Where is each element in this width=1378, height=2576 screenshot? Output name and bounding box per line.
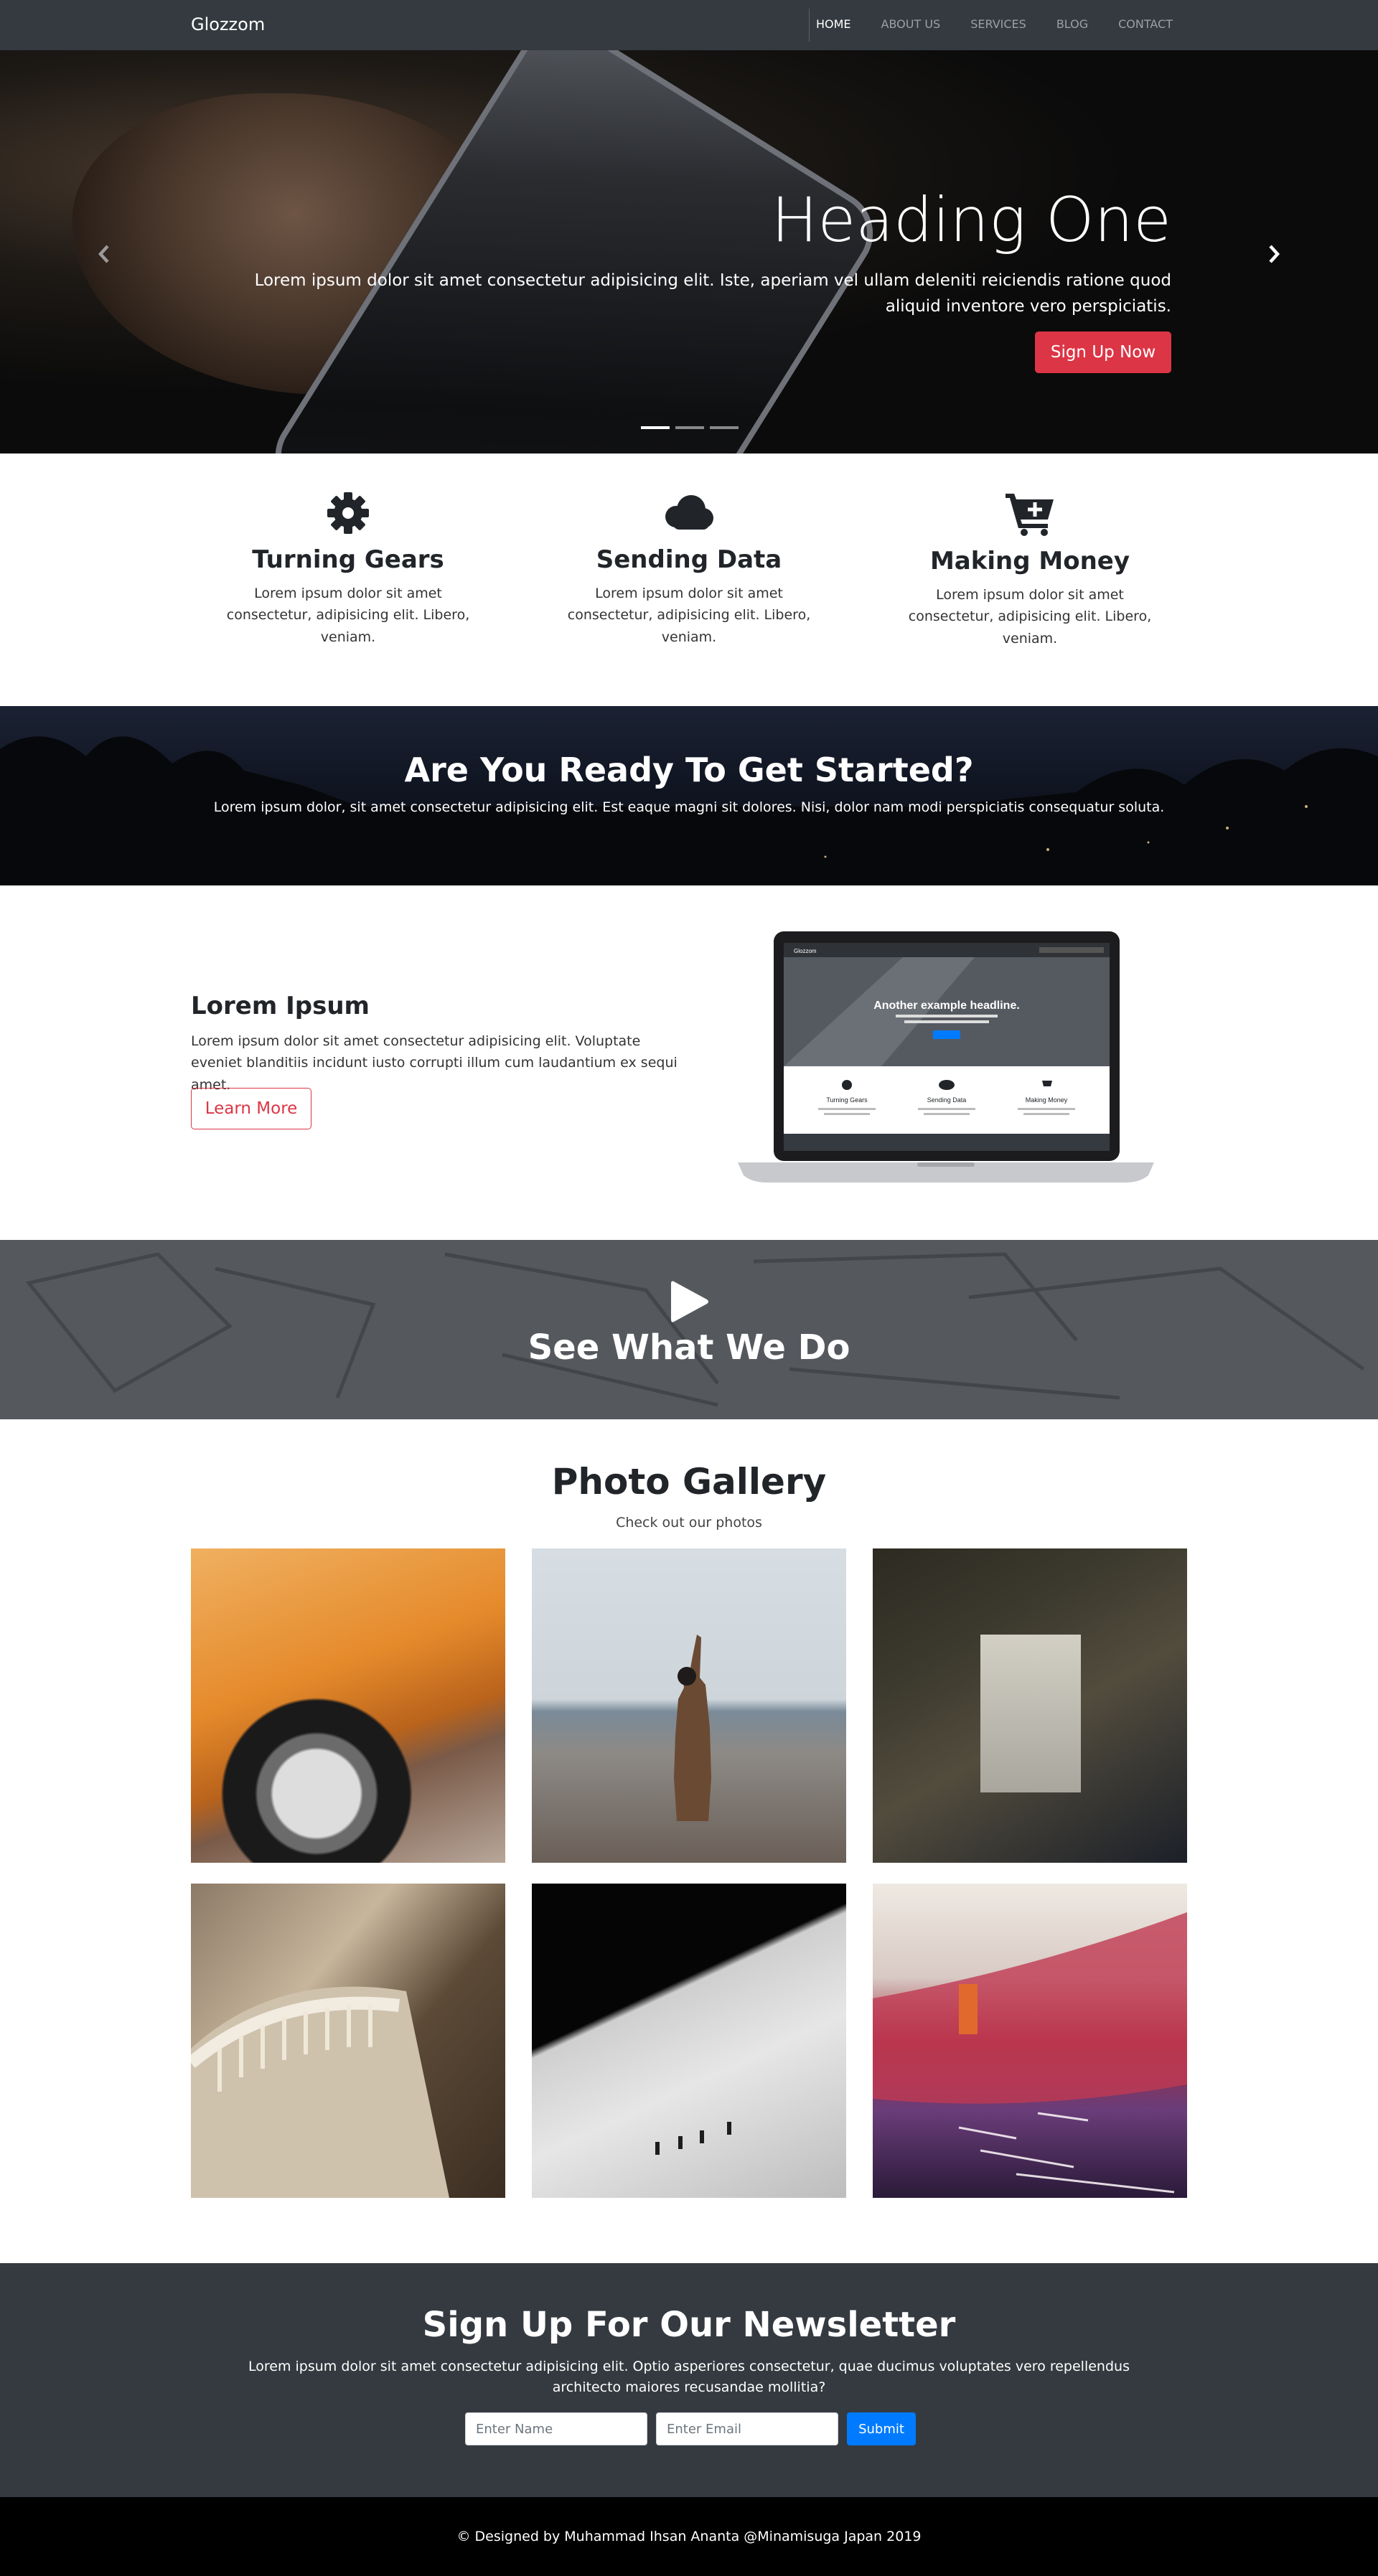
features-section: Turning Gears Lorem ipsum dolor sit amet…	[0, 453, 1378, 706]
newsletter-title: Sign Up For Our Newsletter	[422, 2305, 956, 2345]
feature-text: Lorem ipsum dolor sit amet consectetur, …	[226, 586, 470, 645]
learn-more-button[interactable]: Learn More	[191, 1088, 311, 1129]
footer-copyright: © Designed by Muhammad Ihsan Ananta @Min…	[456, 2529, 922, 2544]
nav-link-about[interactable]: ABOUT US	[881, 17, 941, 31]
gallery-photo-rooftop-building[interactable]	[873, 1548, 1187, 1863]
laptop-mockup-image: Glozzom Another example headline. Turnin…	[738, 931, 1154, 1183]
navbar: Glozzom HOME ABOUT US SERVICES BLOG CONT…	[0, 0, 1378, 50]
video-section: See What We Do	[0, 1240, 1378, 1419]
feature-making-money: Making Money Lorem ipsum dolor sit amet …	[894, 491, 1166, 649]
building-shape	[980, 1635, 1081, 1792]
laptop-screen-feature: Making Money	[1026, 1096, 1068, 1104]
feature-title: Turning Gears	[252, 545, 444, 574]
carousel-prev-button[interactable]	[90, 240, 118, 268]
gallery-photo-car-wheel[interactable]	[191, 1548, 505, 1863]
feature-text: Lorem ipsum dolor sit amet consectetur, …	[908, 587, 1152, 647]
gear-icon	[327, 492, 369, 534]
nav-link-blog[interactable]: BLOG	[1056, 17, 1088, 31]
hero-text: Lorem ipsum dolor sit amet consectetur a…	[254, 271, 1171, 316]
carousel-indicator[interactable]	[710, 426, 739, 429]
gallery-title: Photo Gallery	[551, 1461, 827, 1503]
footer: © Designed by Muhammad Ihsan Ananta @Min…	[0, 2497, 1378, 2576]
feature-title: Sending Data	[596, 545, 782, 574]
nav-link-services[interactable]: SERVICES	[970, 17, 1026, 31]
nav-link-home[interactable]: HOME	[816, 17, 851, 31]
gallery-photo-snow-hikers[interactable]	[532, 1884, 846, 2198]
laptop-screen-headline: Another example headline.	[873, 1000, 1020, 1012]
chevron-right-icon	[1269, 245, 1280, 263]
name-input[interactable]	[465, 2412, 647, 2445]
sign-up-now-button[interactable]: Sign Up Now	[1035, 332, 1171, 373]
info-title: Lorem Ipsum	[191, 992, 370, 1020]
newsletter-section: Sign Up For Our Newsletter Lorem ipsum d…	[0, 2263, 1378, 2497]
person-silhouette	[674, 1635, 711, 1821]
get-started-title: Are You Ready To Get Started?	[404, 751, 974, 789]
hero-heading: Heading One	[771, 184, 1171, 256]
nav-divider	[809, 9, 810, 42]
library-shelves-shape	[873, 1912, 1187, 2194]
play-icon[interactable]	[670, 1279, 710, 1324]
gallery-subtitle: Check out our photos	[616, 1515, 762, 1531]
tree-silhouette-background	[0, 736, 1378, 885]
hero-caption: Heading One Lorem ipsum dolor sit amet c…	[217, 187, 1171, 320]
get-started-section: Are You Ready To Get Started? Lorem ipsu…	[0, 706, 1378, 885]
hero-carousel: Heading One Lorem ipsum dolor sit amet c…	[0, 50, 1378, 453]
email-input[interactable]	[656, 2412, 838, 2445]
carousel-indicator[interactable]	[641, 426, 670, 429]
gallery-photo-staircase[interactable]	[191, 1884, 505, 2198]
laptop-screen-feature: Sending Data	[927, 1096, 967, 1104]
submit-button[interactable]: Submit	[847, 2412, 916, 2445]
get-started-text: Lorem ipsum dolor, sit amet consectetur …	[213, 799, 1165, 815]
video-title: See What We Do	[528, 1327, 850, 1368]
feature-sending-data: Sending Data Lorem ipsum dolor sit amet …	[553, 491, 825, 648]
photo-gallery-section: Photo Gallery Check out our photos	[0, 1419, 1378, 2263]
feature-turning-gears: Turning Gears Lorem ipsum dolor sit amet…	[212, 491, 484, 648]
info-section: Lorem Ipsum Lorem ipsum dolor sit amet c…	[0, 885, 1378, 1240]
carousel-indicator[interactable]	[675, 426, 704, 429]
chevron-left-icon	[98, 245, 109, 263]
newsletter-text: Lorem ipsum dolor sit amet consectetur a…	[248, 2359, 1130, 2396]
carousel-indicators	[641, 426, 739, 429]
cart-plus-icon	[1006, 494, 1054, 536]
gallery-photo-library[interactable]	[873, 1884, 1187, 2198]
laptop-screen-feature: Turning Gears	[826, 1096, 868, 1104]
nav-link-contact[interactable]: CONTACT	[1118, 17, 1173, 31]
carousel-next-button[interactable]	[1260, 240, 1288, 268]
cloud-icon	[665, 495, 713, 530]
hikers-shape	[655, 2122, 731, 2155]
staircase-shape	[191, 1986, 449, 2198]
nav-links: HOME ABOUT US SERVICES BLOG CONTACT	[816, 17, 1173, 31]
laptop-screen-brand: Glozzom	[794, 948, 817, 954]
brand-logo[interactable]: Glozzom	[191, 14, 265, 34]
feature-text: Lorem ipsum dolor sit amet consectetur, …	[567, 586, 811, 645]
newsletter-form: Submit	[465, 2412, 916, 2445]
feature-title: Making Money	[929, 547, 1130, 575]
info-text: Lorem ipsum dolor sit amet consectetur a…	[191, 1033, 678, 1093]
gallery-photo-woman-arm-raised[interactable]	[532, 1548, 846, 1863]
